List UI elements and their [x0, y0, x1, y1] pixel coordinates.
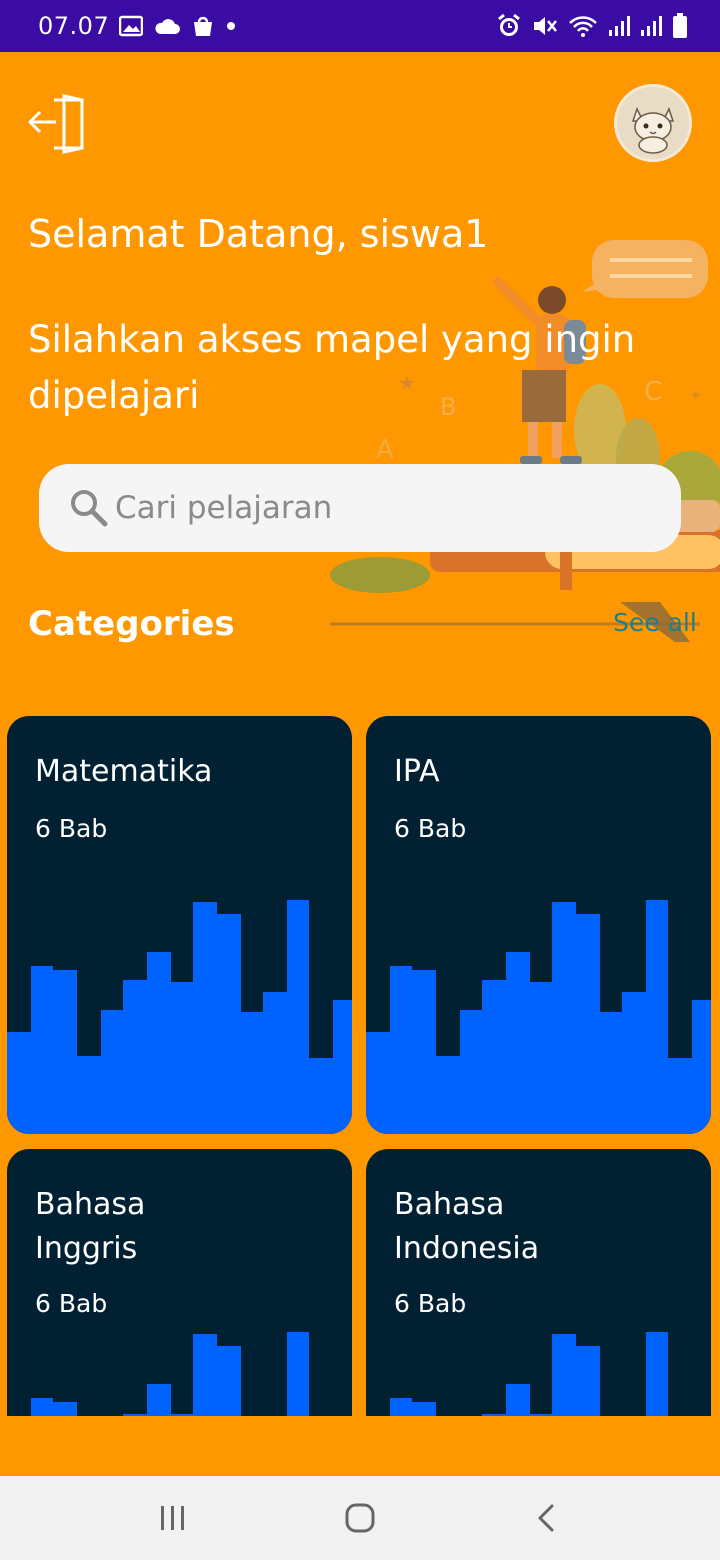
home-button[interactable]	[330, 1488, 390, 1548]
logout-icon	[28, 94, 84, 154]
alarm-icon	[496, 13, 522, 39]
status-bar: 07.07	[0, 0, 720, 52]
mute-icon	[532, 14, 558, 38]
battery-icon	[672, 13, 688, 39]
decorative-bars	[7, 900, 352, 1134]
category-count: 6 Bab	[394, 814, 467, 843]
search-icon	[71, 490, 108, 527]
back-icon	[538, 1504, 554, 1532]
svg-text:✦: ✦	[690, 388, 702, 404]
see-all-link[interactable]: See all	[613, 608, 697, 637]
status-time: 07.07	[38, 12, 110, 40]
cloud-icon	[153, 16, 181, 36]
search-input[interactable]	[113, 489, 657, 527]
category-card-bahasa-indonesia[interactable]: Bahasa Indonesia 6 Bab	[366, 1149, 711, 1416]
image-icon	[119, 15, 144, 37]
category-card-ipa[interactable]: IPA 6 Bab	[366, 716, 711, 1134]
navigation-bar	[0, 1476, 720, 1560]
wifi-icon	[568, 14, 598, 38]
category-count: 6 Bab	[35, 814, 108, 843]
status-bar-right	[496, 13, 688, 39]
category-name: Bahasa Inggris	[35, 1187, 146, 1266]
home-icon	[345, 1503, 375, 1533]
category-count: 6 Bab	[394, 1289, 467, 1318]
cat-avatar-icon	[617, 87, 689, 159]
shopping-bag-icon	[191, 14, 215, 38]
category-card-bahasa-inggris[interactable]: Bahasa Inggris 6 Bab	[7, 1149, 352, 1416]
svg-text:A: A	[376, 435, 394, 465]
category-count: 6 Bab	[35, 1289, 108, 1318]
decorative-bars	[390, 1332, 668, 1416]
search-bar[interactable]	[39, 464, 681, 552]
logout-button[interactable]	[26, 92, 90, 156]
signal-icon	[640, 15, 662, 37]
recent-apps-button[interactable]	[143, 1488, 203, 1548]
category-card-matematika[interactable]: Matematika 6 Bab	[7, 716, 352, 1134]
decorative-bars	[31, 1332, 309, 1416]
recent-apps-icon	[161, 1506, 185, 1530]
status-bar-left: 07.07	[38, 12, 237, 40]
signal-icon	[608, 15, 630, 37]
dot-icon	[225, 20, 237, 32]
category-name: IPA	[394, 754, 440, 789]
student-illustration: B C A ★ ✦	[330, 240, 720, 642]
category-name: Matematika	[35, 754, 213, 789]
greeting-subtitle: Silahkan akses mapel yang ingin dipelaja…	[28, 318, 636, 417]
greeting-title: Selamat Datang, siswa1	[28, 212, 489, 256]
decorative-bars	[366, 900, 711, 1134]
categories-heading: Categories	[28, 604, 235, 644]
back-button[interactable]	[517, 1488, 577, 1548]
profile-avatar[interactable]	[614, 84, 692, 162]
category-name: Bahasa Indonesia	[394, 1187, 540, 1266]
